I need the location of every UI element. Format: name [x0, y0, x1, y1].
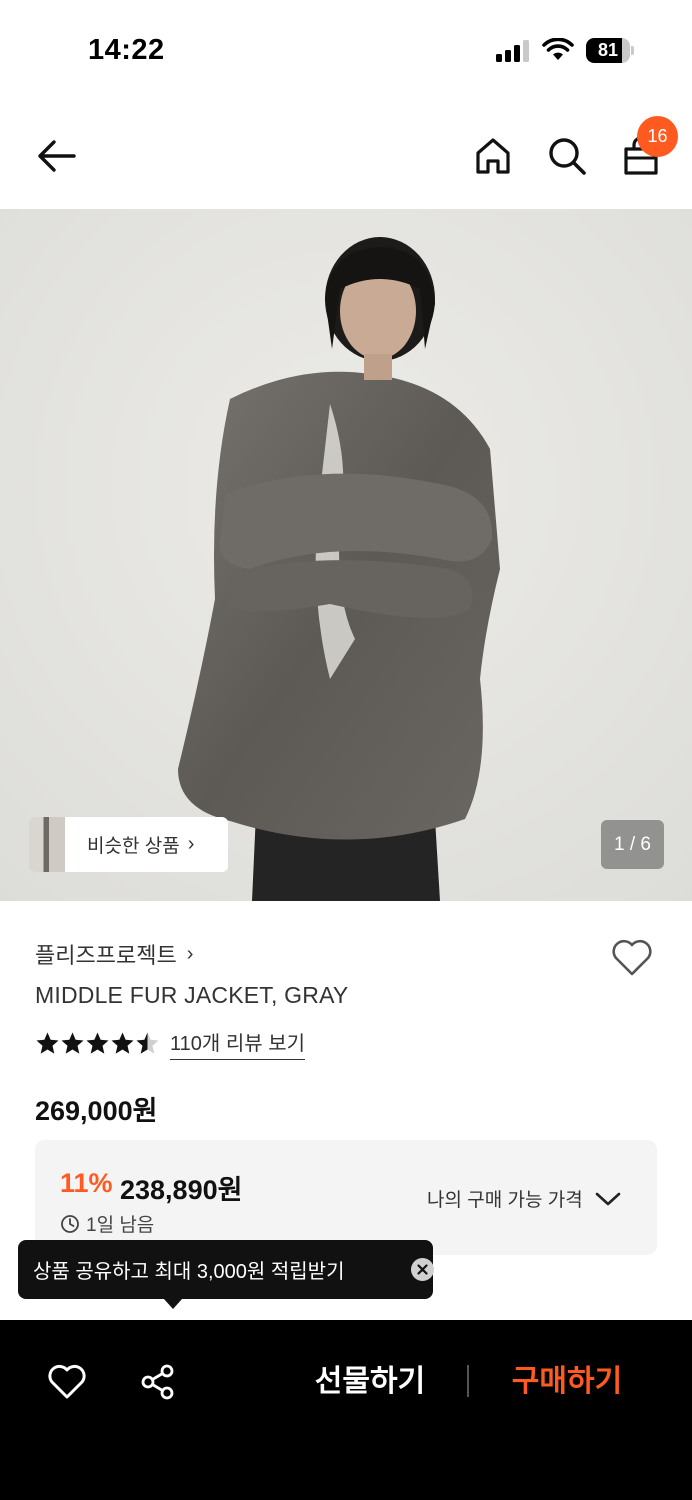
share-icon [141, 1364, 174, 1400]
search-icon [549, 138, 586, 175]
time-left-text: 1일 남음 [86, 1215, 155, 1236]
divider [467, 1365, 469, 1397]
bottom-wishlist-button[interactable] [45, 1360, 89, 1404]
similar-products-label: 비슷한 상품 [87, 836, 180, 857]
battery-percent: 81 [597, 40, 619, 60]
original-price: 269,000원 [35, 1096, 158, 1126]
my-price-toggle[interactable]: 나의 구매 가능 가격 [427, 1185, 621, 1212]
status-bar: 14:22 81 [0, 0, 692, 100]
home-icon [476, 138, 510, 174]
back-button[interactable] [32, 132, 80, 180]
wifi-icon [542, 38, 574, 60]
star-icon [86, 1032, 109, 1054]
product-photo [0, 209, 692, 901]
back-arrow-icon [38, 140, 76, 172]
tooltip-text: 상품 공유하고 최대 3,000원 적립받기 [33, 1261, 345, 1283]
chevron-down-icon [595, 1192, 620, 1205]
close-icon [417, 1264, 428, 1275]
brand-name: 플리즈프로젝트 [35, 943, 177, 968]
bottom-action-bar: 선물하기 구매하기 [0, 1320, 692, 1500]
chevron-right-icon: › [187, 833, 195, 855]
my-price-label: 나의 구매 가능 가격 [427, 1190, 583, 1211]
rating-stars [35, 1031, 160, 1056]
tooltip-close-button[interactable] [411, 1258, 434, 1281]
cellular-signal-icon [496, 40, 529, 62]
share-button[interactable] [136, 1360, 180, 1404]
share-reward-tooltip: 상품 공유하고 최대 3,000원 적립받기 [18, 1240, 434, 1309]
search-button[interactable] [543, 132, 591, 180]
wishlist-button[interactable] [608, 934, 656, 982]
buy-button[interactable]: 구매하기 [487, 1358, 647, 1406]
reviews-link[interactable]: 110개 리뷰 보기 [170, 1027, 305, 1060]
star-icon [36, 1032, 59, 1054]
product-title: MIDDLE FUR JACKET, GRAY [35, 982, 349, 1008]
time-left: 1일 남음 [60, 1210, 154, 1237]
heart-icon [48, 1364, 86, 1399]
rating-row: 110개 리뷰 보기 [35, 1027, 305, 1060]
heart-icon [612, 939, 652, 976]
star-icon [136, 1032, 159, 1054]
product-image-carousel[interactable] [0, 209, 692, 901]
clock-icon [61, 1214, 79, 1233]
discount-price-box[interactable]: 11% 238,890원 1일 남음 나의 구매 가능 가격 [35, 1140, 657, 1255]
star-icon [111, 1032, 134, 1054]
home-button[interactable] [469, 132, 517, 180]
discount-price: 238,890원 [120, 1175, 243, 1205]
image-page-indicator: 1 / 6 [601, 820, 664, 869]
similar-product-thumbnail [29, 817, 65, 872]
top-nav [0, 110, 692, 208]
similar-products-button[interactable]: 비슷한 상품 › [29, 817, 228, 872]
chevron-right-icon: › [186, 942, 194, 965]
discount-rate: 11% [60, 1168, 113, 1198]
brand-link[interactable]: 플리즈프로젝트 › [35, 938, 193, 970]
status-time: 14:22 [88, 34, 165, 66]
battery-indicator: 81 [586, 38, 634, 63]
cart-count-badge: 16 [637, 116, 678, 157]
star-icon [61, 1032, 84, 1054]
gift-button[interactable]: 선물하기 [290, 1358, 450, 1406]
